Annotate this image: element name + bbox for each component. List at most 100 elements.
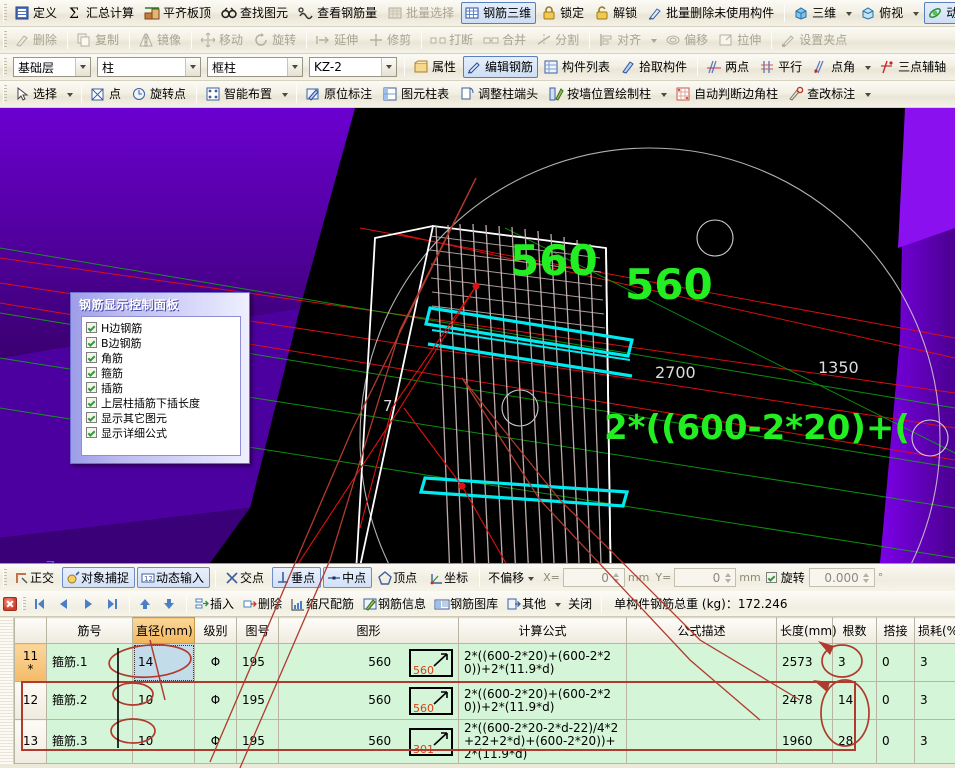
cell-jinhao[interactable]: 箍筋.2 xyxy=(46,681,133,720)
toolbar-button-view-rebar-qty[interactable]: 查看钢筋量 xyxy=(295,2,382,24)
chevron-down-icon[interactable] xyxy=(287,58,302,76)
table-row[interactable]: 11* 箍筋.1 14 Φ 195 560 560 2*((600-2*20)+… xyxy=(14,643,955,682)
cell-loss[interactable]: 3 xyxy=(914,643,955,682)
row-number[interactable]: 12 xyxy=(14,681,47,720)
table-row[interactable]: 14 xyxy=(14,763,955,764)
other-button[interactable]: 其他 xyxy=(504,593,550,614)
table-left-gutter[interactable] xyxy=(0,617,14,764)
y-input[interactable]: 0 xyxy=(674,568,737,587)
nav-last-button[interactable] xyxy=(102,593,124,614)
cell-jinhao[interactable]: 箍筋.1 xyxy=(46,643,133,682)
toolbar-button-adjust-column-end[interactable]: 调整柱端头 xyxy=(456,83,543,105)
toolbar-button-batch-select[interactable]: 批量选择 xyxy=(384,2,459,24)
rebar-library-button[interactable]: 钢筋图库 xyxy=(432,593,502,614)
cell-loss[interactable]: 3 xyxy=(914,719,955,764)
rotate-enable-checkbox[interactable] xyxy=(765,572,777,583)
cell-formula[interactable]: 2*((600-2*20-2*d-22)/4*2+22+2*d)+(600-2*… xyxy=(458,719,627,764)
snap-button-dynamic-input[interactable]: 12 动态输入 xyxy=(137,567,211,588)
row-number[interactable]: 14 xyxy=(14,763,47,764)
cell-length[interactable] xyxy=(776,763,833,764)
checkbox-icon[interactable] xyxy=(86,352,97,363)
cell-jinhao[interactable]: 箍筋.3 xyxy=(46,719,133,764)
toolbar-button-extend[interactable]: 延伸 xyxy=(312,29,363,51)
model-3d-viewport[interactable]: 7 Z 560 560 2700 1350 2*((600-2*20)+( 钢筋… xyxy=(0,108,955,563)
toolbar-button-break[interactable]: 打断 xyxy=(427,29,478,51)
x-input[interactable]: 0 xyxy=(562,568,625,587)
col-header-tuhao[interactable]: 图号 xyxy=(236,617,279,644)
col-header-grade[interactable]: 级别 xyxy=(194,617,237,644)
cell-tuhao[interactable] xyxy=(236,763,279,764)
chevron-down-icon[interactable] xyxy=(865,66,872,70)
chevron-down-icon[interactable] xyxy=(555,602,562,607)
rebar-panel-item-h-side[interactable]: H边钢筋 xyxy=(86,320,240,335)
toolbar-button-three-point-axis[interactable]: 三点辅轴 xyxy=(876,56,951,78)
chevron-down-icon[interactable] xyxy=(381,58,396,76)
cell-tuhao[interactable]: 195 xyxy=(236,681,279,720)
nav-next-button[interactable] xyxy=(78,593,100,614)
toolbar-button-rebar-3d[interactable]: 钢筋三维 xyxy=(461,2,537,24)
checkbox-icon[interactable] xyxy=(86,367,97,378)
checkbox-icon[interactable] xyxy=(86,397,97,408)
toolbar-grip[interactable] xyxy=(22,596,26,611)
rebar-panel-item-b-side[interactable]: B边钢筋 xyxy=(86,335,240,350)
col-header-shape[interactable]: 图形 xyxy=(278,617,459,644)
toolbar-button-mirror[interactable]: 镜像 xyxy=(135,29,186,51)
toolbar-button-summary-calc[interactable]: Σ 汇总计算 xyxy=(64,2,139,24)
checkbox-icon[interactable] xyxy=(86,337,97,348)
cell-lap[interactable]: 0 xyxy=(876,681,915,720)
move-down-button[interactable] xyxy=(159,593,181,614)
cell-count[interactable]: 28 xyxy=(832,719,877,764)
category-combo[interactable]: 柱 xyxy=(97,57,201,77)
snap-button-midpoint[interactable]: 中点 xyxy=(323,567,373,588)
col-header-jinhao[interactable]: 筋号 xyxy=(46,617,133,644)
y-spinner[interactable] xyxy=(722,569,733,586)
toolbar-button-properties[interactable]: 属性 xyxy=(410,56,461,78)
cell-desc[interactable] xyxy=(626,681,777,720)
toolbar-grip[interactable] xyxy=(3,568,7,587)
table-row[interactable]: 13 箍筋.3 10 Φ 195 560 301 2*((600-2*20-2*… xyxy=(14,719,955,764)
nav-first-button[interactable] xyxy=(30,593,52,614)
toolbar-button-select[interactable]: 选择 xyxy=(11,83,62,105)
row-number[interactable]: 11* xyxy=(14,643,47,682)
insert-row-button[interactable]: 插入 xyxy=(192,593,238,614)
toolbar-button-align[interactable]: 对齐 xyxy=(595,29,646,51)
chevron-down-icon[interactable] xyxy=(865,93,872,97)
rebar-panel-item-stirrup[interactable]: 箍筋 xyxy=(86,365,240,380)
move-up-button[interactable] xyxy=(135,593,157,614)
toolbar-button-stretch[interactable]: 拉伸 xyxy=(715,29,766,51)
row-number[interactable]: 13 xyxy=(14,719,47,764)
toolbar-button-define[interactable]: 定义 xyxy=(11,2,62,24)
close-button[interactable]: 关闭 xyxy=(566,593,596,614)
cell-lap[interactable]: 0 xyxy=(876,719,915,764)
toolbar-button-merge[interactable]: 合并 xyxy=(480,29,531,51)
rebar-display-control-panel[interactable]: 钢筋显示控制面板 H边钢筋 B边钢筋 角筋 箍筋 插筋 上层柱插筋下插长度 显示… xyxy=(70,292,250,464)
snap-button-intersection[interactable]: 交点 xyxy=(221,567,270,588)
toolbar-button-lock[interactable]: 锁定 xyxy=(538,2,589,24)
snap-button-object-snap[interactable]: 对象捕捉 xyxy=(62,567,136,588)
col-header-desc[interactable]: 公式描述 xyxy=(626,617,777,644)
cell-jinhao[interactable] xyxy=(46,763,133,764)
toolbar-grip[interactable] xyxy=(3,58,7,76)
toolbar-button-move[interactable]: 移动 xyxy=(197,29,248,51)
cell-length[interactable]: 1960 xyxy=(776,719,833,764)
chevron-down-icon[interactable] xyxy=(185,58,200,76)
checkbox-icon[interactable] xyxy=(86,412,97,423)
toolbar-button-find-element[interactable]: 查找图元 xyxy=(218,2,293,24)
cell-desc[interactable] xyxy=(626,763,777,764)
toolbar-button-batch-delete-unused[interactable]: 批量删除未使用构件 xyxy=(644,2,779,24)
toolbar-button-check-annotation[interactable]: 查改标注 xyxy=(785,83,860,105)
chevron-down-icon[interactable] xyxy=(282,93,289,97)
col-header-lap[interactable]: 搭接 xyxy=(876,617,915,644)
scale-rebar-button[interactable]: 缩尺配筋 xyxy=(288,593,358,614)
toolbar-button-point-angle[interactable]: 点角 xyxy=(809,56,860,78)
cell-shape[interactable]: 560 560 xyxy=(278,681,459,720)
cell-grade[interactable]: Φ xyxy=(194,681,237,720)
cell-lap[interactable] xyxy=(876,763,915,764)
cell-count[interactable]: 3 xyxy=(832,643,877,682)
cell-formula[interactable]: 2*((600-2*20)+(600-2*20))+2*(11.9*d) xyxy=(458,681,627,720)
checkbox-icon[interactable] xyxy=(86,382,97,393)
chevron-down-icon[interactable] xyxy=(913,12,920,16)
col-header-diameter[interactable]: 直径(mm) xyxy=(132,617,195,644)
col-header-rownum[interactable] xyxy=(14,617,47,644)
cell-shape[interactable]: 560 560 xyxy=(278,643,459,682)
